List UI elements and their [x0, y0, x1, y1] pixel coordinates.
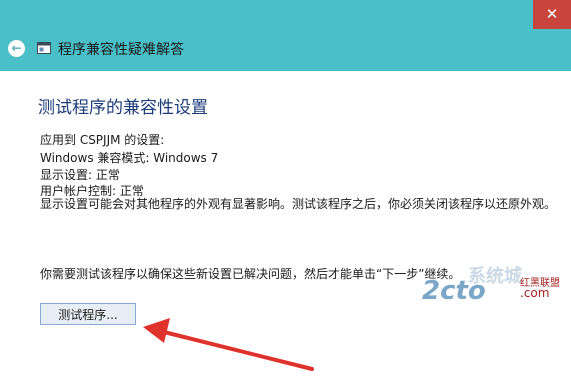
- watermark-logo: 系统城 2cto 红黑联盟 .com: [420, 262, 570, 306]
- red-annotation-arrow: [143, 318, 314, 371]
- watermark-main-text: 2cto: [422, 276, 486, 306]
- watermark-com-text: .com: [520, 286, 550, 300]
- arrow-shaft: [158, 329, 314, 371]
- compatibility-troubleshooter-window: ✕ ← 程序兼容性疑难解答 测试程序的兼容性设置 应用到 CSPJJM 的设置:…: [0, 0, 571, 376]
- arrow-head: [143, 318, 170, 343]
